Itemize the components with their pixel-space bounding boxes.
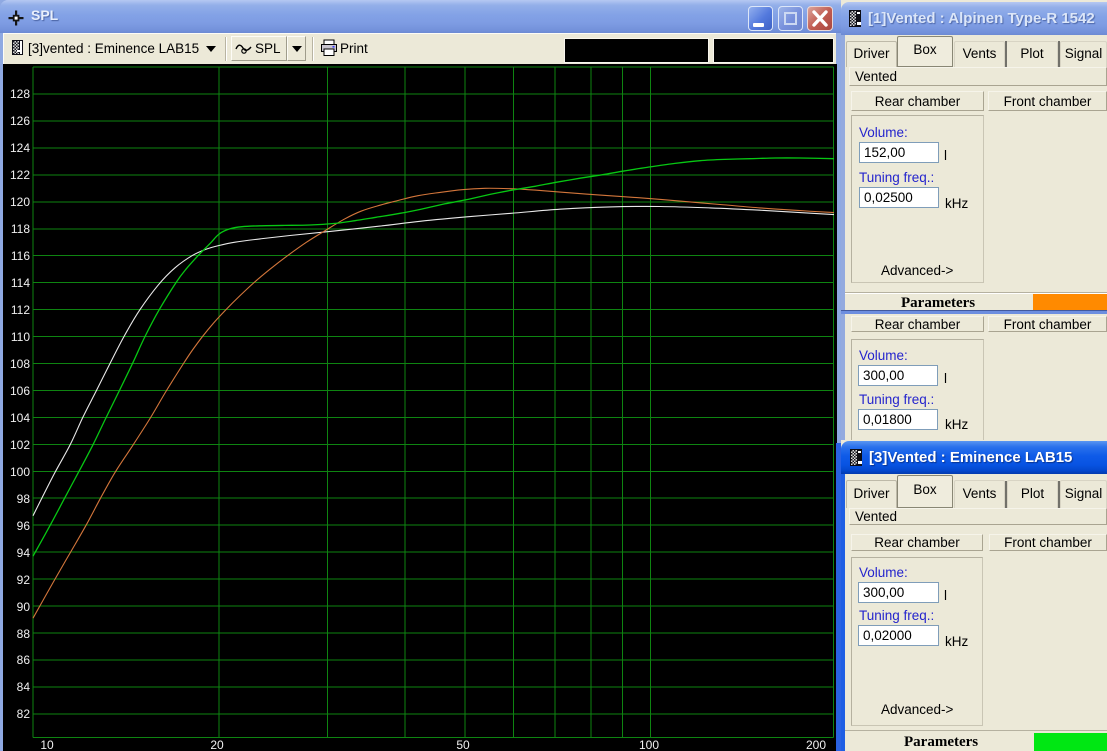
svg-text:118: 118 (11, 222, 30, 236)
svg-text:122: 122 (10, 168, 30, 182)
svg-text:90: 90 (17, 600, 31, 614)
svg-text:10: 10 (40, 738, 54, 751)
svg-text:120: 120 (10, 195, 30, 209)
svg-text:102: 102 (10, 438, 30, 452)
svg-text:92: 92 (17, 573, 31, 587)
svg-text:200: 200 (806, 738, 826, 751)
svg-text:124: 124 (10, 141, 30, 155)
svg-text:106: 106 (10, 384, 30, 398)
svg-text:94: 94 (17, 546, 31, 560)
svg-text:100: 100 (10, 465, 30, 479)
svg-text:96: 96 (17, 519, 31, 533)
svg-text:108: 108 (10, 357, 30, 371)
svg-text:20: 20 (210, 738, 224, 751)
svg-text:128: 128 (10, 87, 30, 101)
svg-text:126: 126 (10, 114, 30, 128)
svg-text:112: 112 (11, 303, 30, 317)
svg-text:100: 100 (639, 738, 659, 751)
svg-text:114: 114 (11, 276, 30, 290)
svg-text:86: 86 (17, 653, 31, 667)
svg-text:82: 82 (17, 707, 31, 721)
svg-text:116: 116 (11, 249, 30, 263)
svg-text:104: 104 (10, 411, 30, 425)
svg-text:84: 84 (17, 680, 31, 694)
svg-text:110: 110 (11, 330, 30, 344)
svg-text:88: 88 (17, 627, 31, 641)
svg-text:98: 98 (17, 492, 31, 506)
svg-text:50: 50 (456, 738, 470, 751)
